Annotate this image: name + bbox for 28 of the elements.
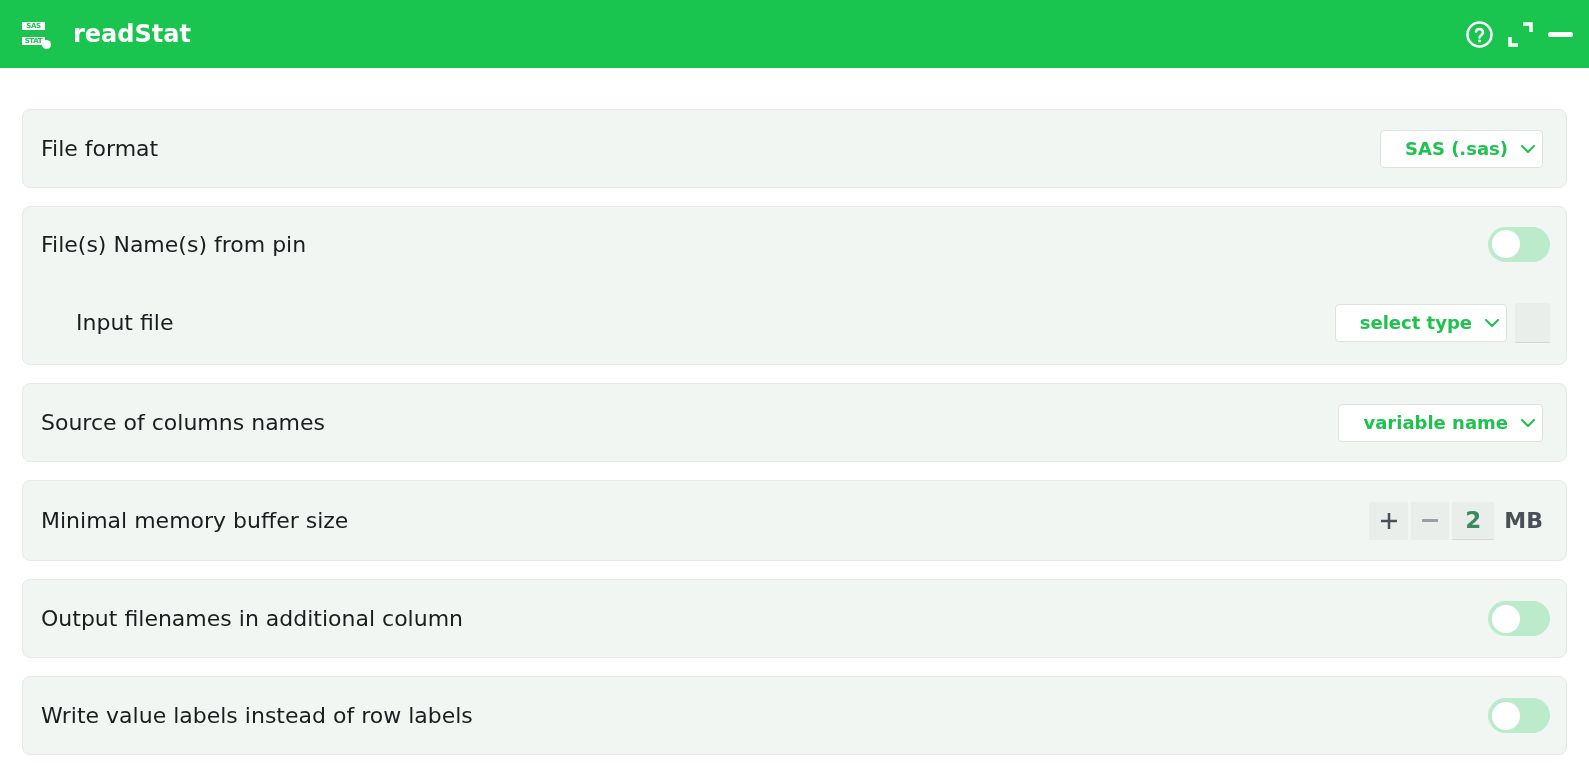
setting-label: Source of columns names (41, 409, 326, 437)
unit-label: MB (1504, 509, 1543, 532)
minus-icon (1548, 31, 1573, 37)
setting-label: File(s) Name(s) from pin (41, 230, 307, 259)
chevron-down-icon (1521, 144, 1535, 153)
help-button[interactable] (1466, 20, 1493, 48)
expand-icon (1508, 21, 1533, 47)
toggle-switch[interactable] (1488, 226, 1550, 262)
minus-icon (1422, 519, 1439, 522)
app-title: readStat (73, 19, 191, 50)
dropdown-select[interactable]: variable name (1338, 403, 1543, 442)
setting-label: Input file (76, 309, 174, 337)
setting-label: File format (41, 135, 159, 163)
setting-label: Write value labels instead of row labels (41, 702, 473, 730)
increment-button[interactable] (1369, 501, 1409, 540)
setting-label: Output filenames in additional column (41, 605, 464, 633)
expand-button[interactable] (1508, 21, 1533, 47)
toggle-switch[interactable] (1488, 698, 1550, 733)
chevron-down-icon (1521, 418, 1535, 427)
dropdown-select[interactable]: SAS (.sas) (1380, 129, 1543, 168)
toggle-switch[interactable] (1488, 601, 1550, 636)
plus-icon (1380, 512, 1397, 529)
setting-label: Minimal memory buffer size (41, 507, 349, 535)
chevron-down-icon (1485, 318, 1499, 327)
number-field[interactable]: 2 (1452, 501, 1495, 540)
dropdown-select[interactable]: select type (1334, 303, 1507, 342)
help-icon (1466, 20, 1493, 48)
blank-button[interactable] (1515, 302, 1550, 343)
